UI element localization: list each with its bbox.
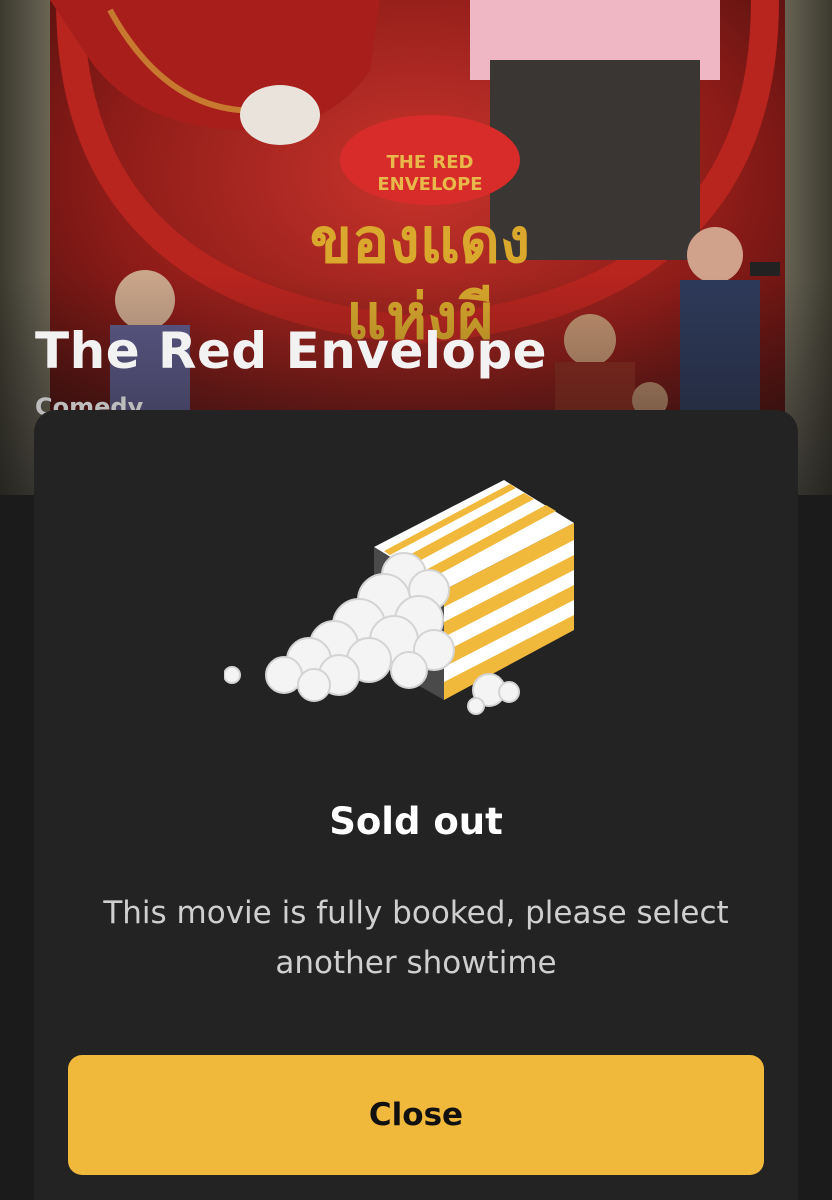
dialog-message: This movie is fully booked, please selec… xyxy=(103,895,729,981)
sold-out-dialog: Sold out This movie is fully booked, ple… xyxy=(34,410,798,1200)
app-screen: THE RED ENVELOPE ของแดง แห่งผี The Red E… xyxy=(0,0,832,1200)
poster-title-th: ของแดง xyxy=(310,204,530,277)
spilled-popcorn-box-icon xyxy=(223,480,584,730)
close-button[interactable]: Close xyxy=(68,1055,764,1175)
movie-title: The Red Envelope xyxy=(35,322,548,380)
poster-title-en: THE RED xyxy=(386,152,473,173)
poster-title-en-2: ENVELOPE xyxy=(377,174,482,195)
dialog-title: Sold out xyxy=(329,800,503,843)
